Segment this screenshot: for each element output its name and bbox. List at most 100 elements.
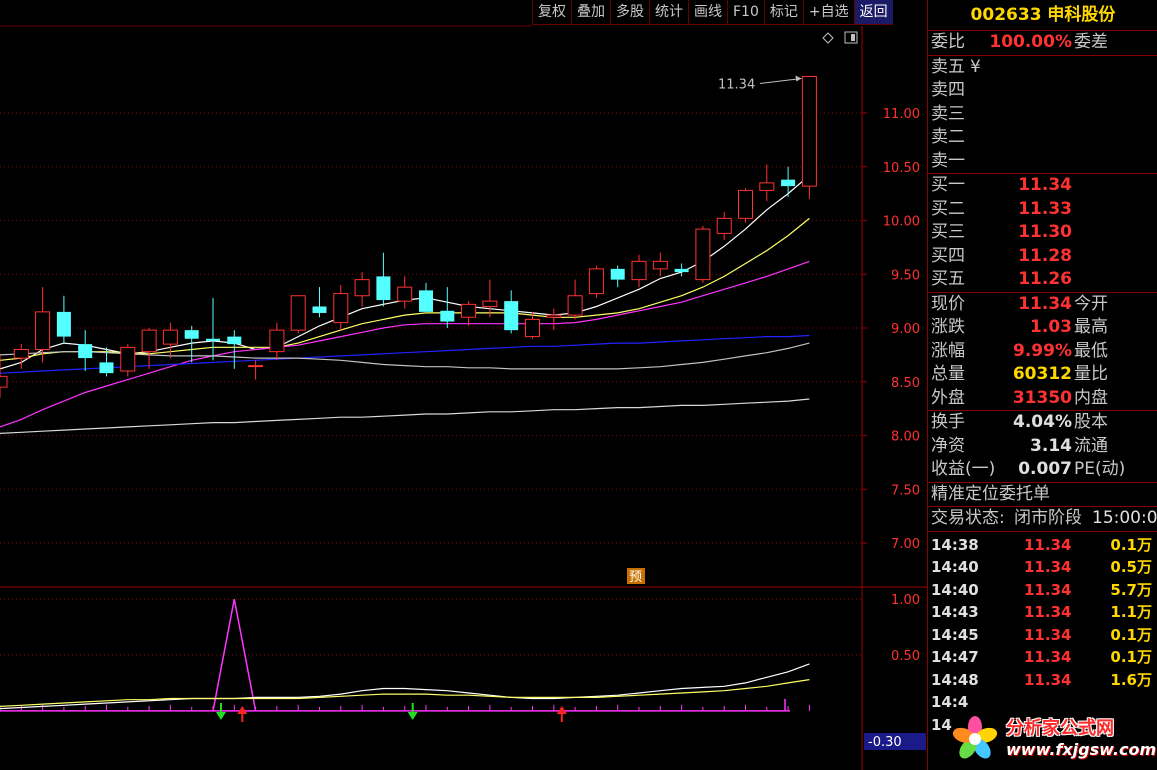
trade-volume: 0.1万 (1110, 535, 1152, 554)
ask-row[interactable]: 卖五 ¥ (928, 56, 1157, 80)
trade-status-value: 闭市阶段 (1014, 508, 1082, 528)
toolbar-button[interactable]: +自选 (802, 0, 854, 25)
candle-body (35, 311, 51, 350)
quote-label-2: 最高 (1074, 317, 1108, 337)
quote-label-2: 量比 (1074, 364, 1108, 384)
fundamentals-block: 换手 4.04% 股本 净资 3.14 流通 收益(一) 0.007 PE(动) (928, 411, 1157, 483)
quote-label: 涨幅 (931, 340, 965, 361)
quote-value: 1.03 (1030, 317, 1072, 337)
kline-chart[interactable]: 11.00 10.50 10.00 9.50 9.00 8.50 8.00 7.50 7.00 1… (0, 0, 927, 770)
candle (716, 211, 732, 240)
fund-label-2: 流通 (1074, 435, 1108, 456)
trade-row: 14:38 11.34 0.1万 (928, 534, 1157, 557)
candle-body (801, 75, 817, 187)
trade-time: 14:47 (931, 648, 979, 666)
candle-body (290, 295, 306, 331)
quote-label-2: 内盘 (1074, 387, 1108, 408)
candle (206, 297, 220, 361)
candle-body (461, 303, 477, 318)
fund-label-2: PE(动) (1074, 459, 1126, 479)
toolbar-button[interactable]: 统计 (649, 0, 688, 25)
trade-row: 14:43 11.34 1.1万 (928, 601, 1157, 624)
toolbar-button[interactable]: 画线 (688, 0, 727, 25)
candle (588, 265, 604, 298)
candle (482, 279, 498, 318)
price-tick-label: 8.00 (891, 430, 920, 445)
candle-body (504, 301, 519, 331)
weicha-label: 委差 (1074, 32, 1108, 52)
fund-label-2: 股本 (1074, 412, 1108, 432)
up-arrow-head (556, 706, 567, 714)
trade-time: 14:40 (931, 580, 979, 599)
ask-row[interactable]: 卖三 (928, 103, 1157, 127)
candle (354, 272, 370, 307)
candle-body (781, 179, 796, 187)
toolbar-button[interactable]: 复权 (532, 0, 571, 25)
toolbar-button[interactable]: 返回 (853, 0, 893, 25)
bid-price: 11.28 (1018, 245, 1072, 266)
price-tick-label: 9.50 (891, 268, 920, 283)
candle-body (13, 349, 29, 359)
bid-price: 11.30 (1018, 222, 1072, 242)
trade-volume: 0.1万 (1110, 625, 1152, 644)
trade-row: 14:48 11.34 1.6万 (928, 669, 1157, 692)
toolbar-button[interactable]: 叠加 (571, 0, 610, 25)
webi-row: 委比 100.00% 委差 (928, 31, 1157, 56)
candle-body (376, 276, 391, 301)
candle-body (610, 268, 625, 280)
fund-value: 4.04% (1013, 412, 1072, 432)
indicator-current-value: -0.30 (868, 735, 902, 750)
toolbar-button[interactable]: 多股 (610, 0, 649, 25)
fund-row: 换手 4.04% 股本 (928, 411, 1157, 435)
down-arrow-head (216, 712, 226, 720)
ma-line-6 (0, 398, 810, 434)
candle (397, 276, 413, 309)
ask-row[interactable]: 卖四 (928, 79, 1157, 103)
bid-row[interactable]: 买五 11.26 (928, 268, 1157, 292)
ask-row[interactable]: 卖二 (928, 126, 1157, 150)
candle (652, 252, 668, 277)
ask-row[interactable]: 卖一 (928, 150, 1157, 174)
toolbar-button[interactable]: 标记 (763, 0, 803, 25)
precise-order-row[interactable]: 精准定位委托单 (928, 483, 1157, 507)
quote-panel: 002633 申科股份 委比 100.00% 委差 卖五 ¥ 卖四 卖三 卖二卖一 买一… (927, 0, 1157, 770)
trade-status-row: 交易状态: 闭市阶段 15:00:0 (928, 507, 1157, 532)
fund-label: 净资 (931, 435, 965, 456)
candle-body (141, 329, 157, 353)
candle (78, 330, 93, 371)
ask-label: 卖二 (931, 127, 965, 147)
candle (35, 287, 51, 363)
quote-label-2: 今开 (1074, 293, 1108, 314)
candle-body (695, 228, 711, 281)
bid-row[interactable]: 买一 11.34 (928, 174, 1157, 198)
bid-row[interactable]: 买三 11.30 (928, 221, 1157, 245)
candle (567, 279, 583, 320)
bid-row[interactable]: 买四 11.28 (928, 245, 1157, 269)
candle-body (482, 300, 498, 307)
price-tick-label: 9.00 (891, 322, 920, 337)
quote-label-2: 最低 (1074, 340, 1108, 361)
ask-label: 卖五 (931, 56, 965, 77)
trade-volume: 0.5万 (1110, 558, 1152, 576)
fund-value: 0.007 (1018, 459, 1072, 479)
candle-body (206, 338, 220, 341)
stock-header[interactable]: 002633 申科股份 (928, 0, 1157, 31)
price-tick-label: 11.00 (883, 107, 920, 122)
bid-price: 11.33 (1018, 198, 1072, 219)
candle-body (440, 310, 455, 322)
bid-label: 买五 (931, 269, 965, 289)
precise-order-label: 精准定位委托单 (931, 483, 1050, 504)
price-tick-label: 7.00 (891, 537, 920, 552)
flower-logo-icon (952, 716, 998, 759)
trade-price: 11.34 (1024, 558, 1072, 576)
up-arrow-icon (556, 706, 567, 722)
candle-body (78, 344, 93, 359)
candle (504, 290, 519, 334)
trade-time: 14:45 (931, 625, 979, 644)
tick-trade-list[interactable]: 14:38 11.34 0.1万 14:40 11.34 0.5万 14:40 11.34 5.… (928, 532, 1157, 737)
candle (56, 295, 71, 345)
trade-price: 11.34 (1024, 670, 1072, 689)
high-pointer-arrow (795, 75, 802, 82)
bid-row[interactable]: 买二 11.33 (928, 198, 1157, 222)
toolbar-button[interactable]: F10 (727, 0, 764, 25)
